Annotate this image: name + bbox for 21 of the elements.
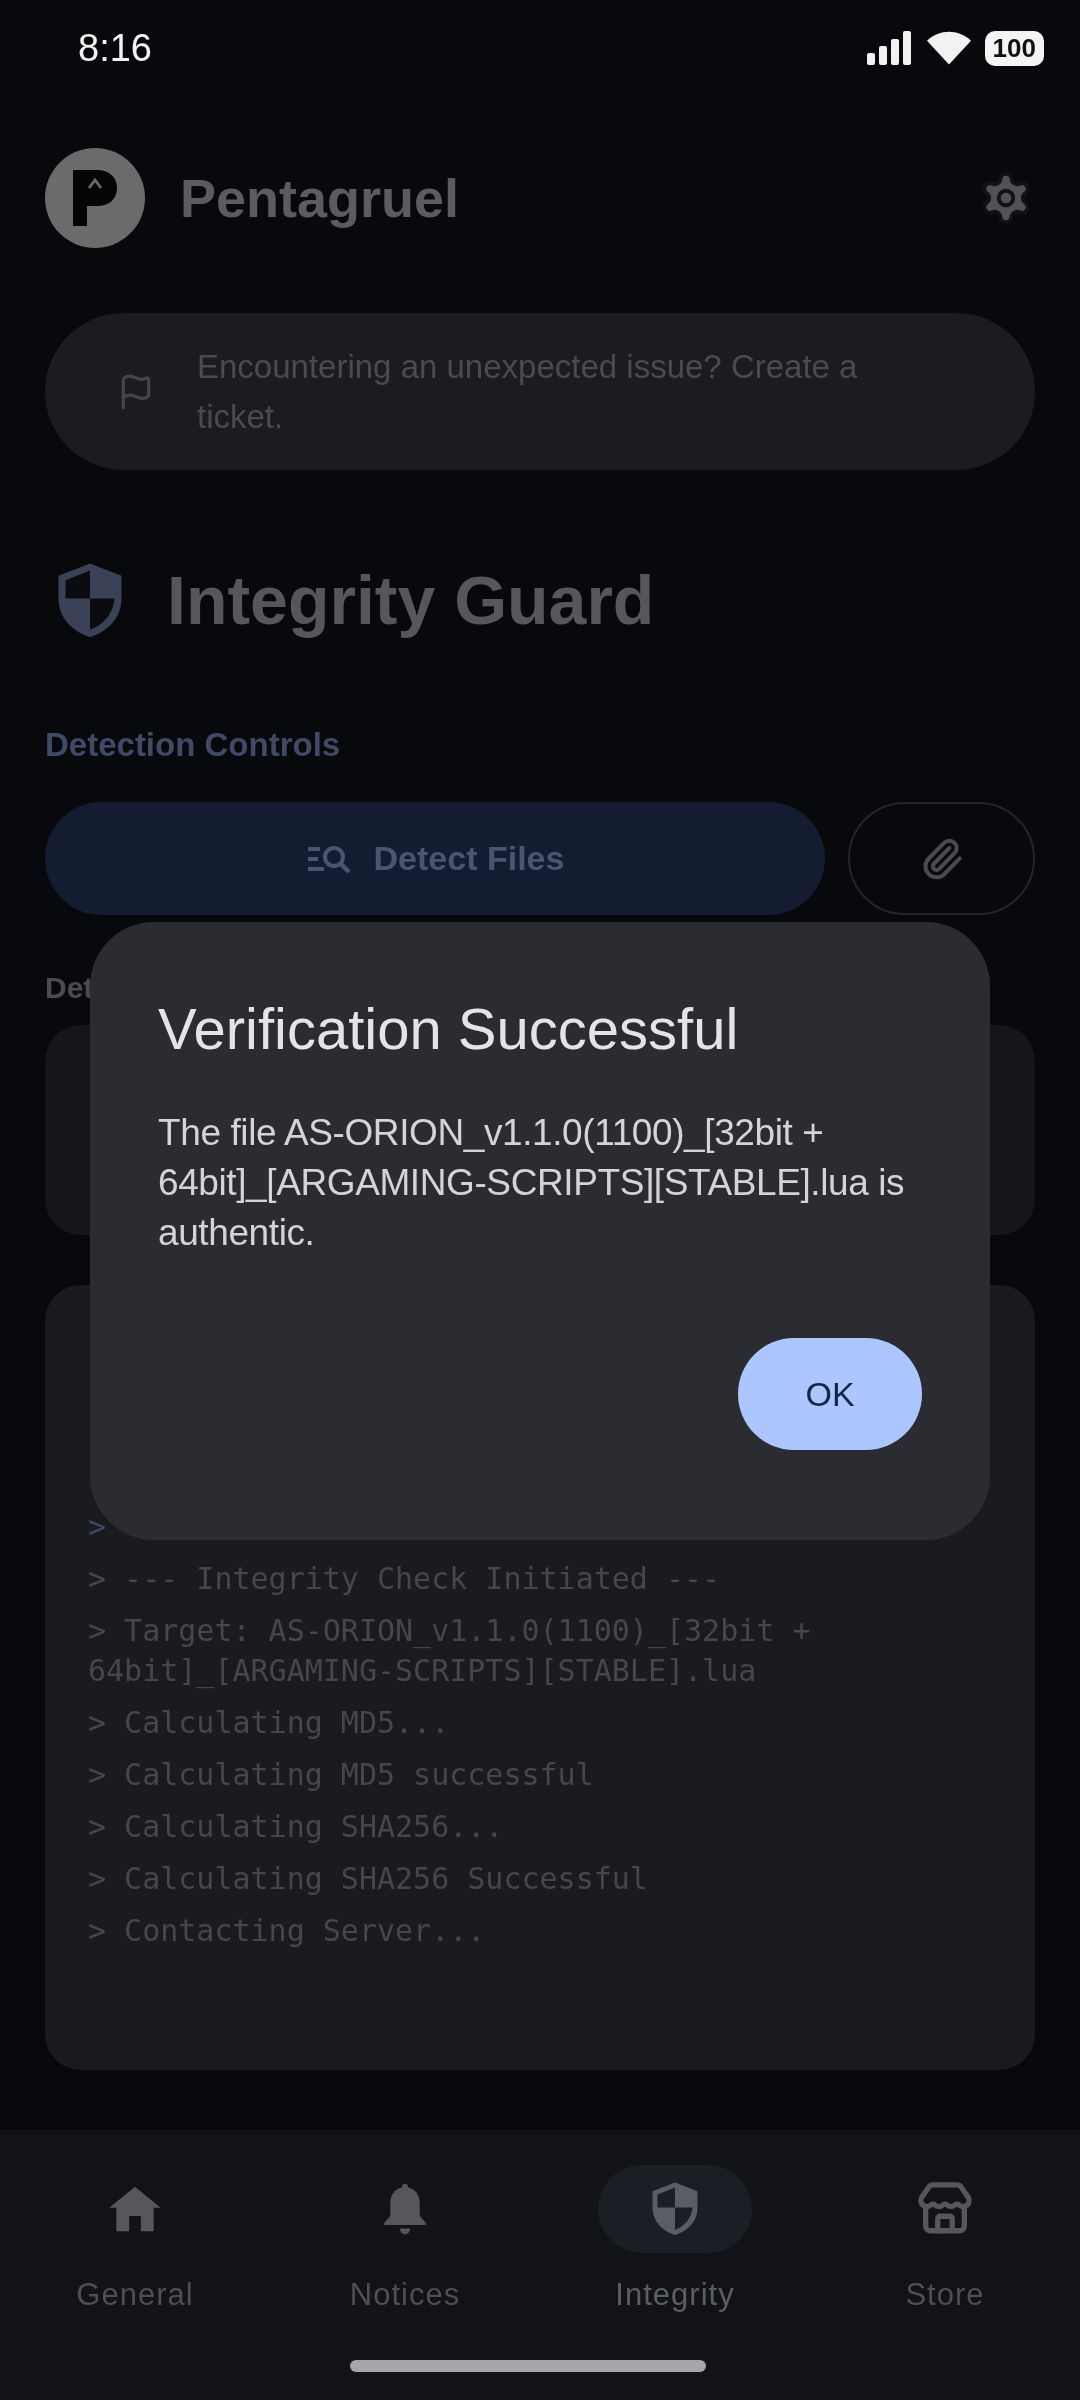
detect-files-button[interactable]: Detect Files bbox=[45, 802, 825, 915]
log-line: > bbox=[88, 1508, 107, 1546]
page-title: Integrity Guard bbox=[167, 561, 655, 639]
shield-icon bbox=[650, 2180, 700, 2238]
app-title: Pentagruel bbox=[180, 167, 461, 229]
section-label: Detection Controls bbox=[45, 726, 341, 764]
section-label: Det bbox=[45, 971, 94, 1005]
nav-label: General bbox=[76, 2277, 194, 2313]
dialog-message: The file AS-ORION_v1.1.0(1100)_[32bit + 64bit]_[ARGAMING-SCRIPTS][STABLE].lua is authentic. bbox=[158, 1111, 906, 1255]
signal-icon bbox=[866, 31, 913, 65]
battery-icon: 100 bbox=[984, 30, 1044, 66]
nav-label: Integrity bbox=[615, 2277, 735, 2313]
attach-button[interactable] bbox=[848, 802, 1035, 915]
status-time: 8:16 bbox=[78, 26, 152, 70]
bell-icon bbox=[382, 2181, 428, 2237]
dialog-title: Verification Successful bbox=[158, 995, 740, 1063]
home-icon bbox=[107, 2184, 163, 2234]
nav-label: Store bbox=[905, 2277, 985, 2313]
wifi-icon bbox=[926, 31, 971, 65]
nav-label: Notices bbox=[349, 2277, 461, 2313]
ok-button[interactable]: OK bbox=[738, 1338, 922, 1450]
